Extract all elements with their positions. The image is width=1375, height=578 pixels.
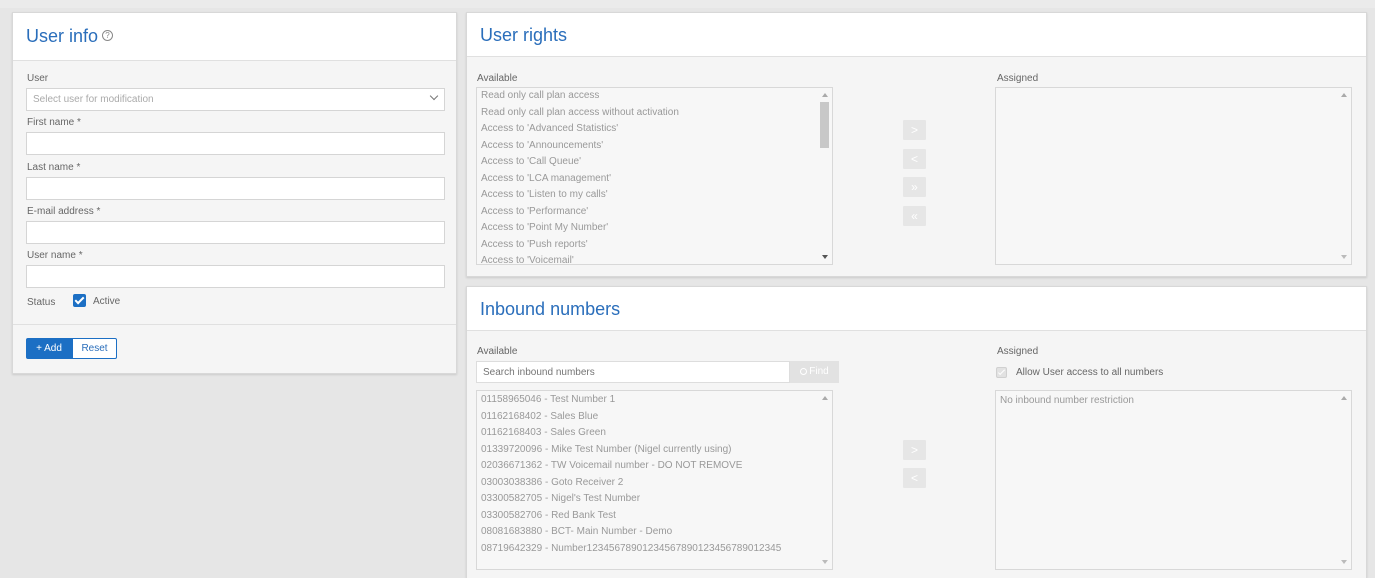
list-item[interactable]: 08081683880 - BCT- Main Number - Demo (477, 524, 832, 541)
allow-all-label: Allow User access to all numbers (1016, 367, 1164, 378)
scroll-thumb[interactable] (820, 102, 829, 148)
user-rights-header: User rights (467, 13, 1366, 57)
scroll-down-icon[interactable] (1341, 560, 1347, 564)
first-name-label-text: First name (27, 117, 75, 128)
allow-all-checkbox[interactable] (996, 367, 1007, 378)
list-item[interactable]: Access to 'Voicemail' (477, 253, 832, 264)
add-number-button[interactable]: > (903, 440, 926, 460)
inbound-header: Inbound numbers (467, 287, 1366, 331)
search-icon (800, 368, 808, 375)
username-field[interactable] (26, 265, 445, 288)
user-rights-title: User rights (480, 25, 568, 45)
user-info-panel: User info? User Select user for modifica… (12, 12, 457, 374)
user-select[interactable]: Select user for modification (26, 88, 445, 111)
inbound-assigned-list[interactable]: No inbound number restriction (995, 390, 1352, 570)
scroll-down-icon[interactable] (822, 255, 828, 259)
find-button[interactable]: Find (790, 361, 839, 383)
list-item[interactable]: Read only call plan access (477, 88, 832, 105)
list-item[interactable]: Access to 'Performance' (477, 204, 832, 221)
scrollbar[interactable] (1337, 88, 1351, 264)
scroll-down-icon[interactable] (1341, 255, 1347, 259)
list-item[interactable]: 02036671362 - TW Voicemail number - DO N… (477, 458, 832, 475)
list-item[interactable]: 01339720096 - Mike Test Number (Nigel cu… (477, 442, 832, 459)
list-item[interactable]: Read only call plan access without activ… (477, 105, 832, 122)
scroll-up-icon[interactable] (822, 396, 828, 400)
active-label: Active (93, 296, 121, 307)
scrollbar[interactable] (818, 88, 832, 264)
scroll-down-icon[interactable] (822, 560, 828, 564)
user-info-title-text: User info (26, 26, 99, 46)
divider (13, 324, 456, 325)
list-item[interactable]: Access to 'Announcements' (477, 138, 832, 155)
list-item[interactable]: Access to 'Point My Number' (477, 220, 832, 237)
no-restriction-text: No inbound number restriction (1000, 395, 1134, 406)
add-right-button[interactable]: > (903, 120, 926, 140)
last-name-label-text: Last name (27, 162, 74, 173)
top-strip (0, 0, 1375, 8)
required-mark: * (77, 117, 81, 128)
rights-items-container: Read only call plan access Read only call… (477, 88, 832, 264)
list-item[interactable]: 03300582706 - Red Bank Test (477, 508, 832, 525)
status-label: Status (27, 297, 56, 308)
list-item[interactable]: 03003038386 - Goto Receiver 2 (477, 475, 832, 492)
remove-all-rights-button[interactable]: « (903, 206, 926, 226)
inbound-title: Inbound numbers (480, 299, 621, 319)
last-name-label: Last name * (27, 162, 80, 173)
last-name-field[interactable] (26, 177, 445, 200)
rights-available-list[interactable]: Read only call plan access Read only call… (476, 87, 833, 265)
inbound-assigned-label: Assigned (997, 346, 1039, 357)
inbound-search-input[interactable] (476, 361, 790, 383)
rights-available-label: Available (477, 73, 518, 84)
email-label: E-mail address * (27, 206, 100, 217)
required-mark: * (76, 162, 81, 173)
list-item[interactable]: 08719642329 - Number12345678901234567890… (477, 541, 832, 558)
add-all-rights-button[interactable]: » (903, 177, 926, 197)
user-info-title: User info? (26, 26, 114, 47)
list-item[interactable]: Access to 'Advanced Statistics' (477, 121, 832, 138)
user-rights-panel: User rights Available Assigned Read only… (466, 12, 1367, 277)
chevron-down-icon (429, 91, 439, 101)
list-item[interactable]: Access to 'LCA management' (477, 171, 832, 188)
active-checkbox[interactable] (73, 294, 86, 307)
help-icon[interactable]: ? (102, 29, 114, 41)
email-label-text: E-mail address (27, 206, 94, 217)
user-label: User (27, 73, 49, 84)
inbound-available-label: Available (477, 346, 518, 357)
scrollbar[interactable] (818, 391, 832, 569)
username-label-text: User name (27, 250, 76, 261)
required-mark: * (96, 206, 101, 217)
list-item[interactable]: Access to 'Listen to my calls' (477, 187, 832, 204)
first-name-label: First name * (27, 117, 81, 128)
user-info-header: User info? (13, 13, 456, 61)
inbound-numbers-panel: Inbound numbers Available Assigned Find … (466, 286, 1367, 578)
inbound-available-list[interactable]: 01158965046 - Test Number 1 01162168402 -… (476, 390, 833, 570)
reset-button[interactable]: Reset (72, 338, 117, 359)
list-item[interactable]: 01162168402 - Sales Blue (477, 409, 832, 426)
scroll-up-icon[interactable] (1341, 396, 1347, 400)
user-select-placeholder: Select user for modification (33, 94, 154, 105)
list-item[interactable]: Access to 'Call Queue' (477, 154, 832, 171)
username-label: User name * (27, 250, 83, 261)
find-button-label: Find (809, 366, 829, 377)
list-item[interactable]: 03300582705 - Nigel's Test Number (477, 491, 832, 508)
scrollbar[interactable] (1337, 391, 1351, 569)
list-item[interactable]: 01158965046 - Test Number 1 (477, 392, 832, 409)
remove-number-button[interactable]: < (903, 468, 926, 488)
email-field[interactable] (26, 221, 445, 244)
add-button[interactable]: + Add (26, 338, 72, 359)
scroll-up-icon[interactable] (822, 93, 828, 97)
rights-assigned-list[interactable] (995, 87, 1352, 265)
first-name-field[interactable] (26, 132, 445, 155)
inbound-items-container: 01158965046 - Test Number 1 01162168402 -… (477, 391, 832, 557)
required-mark: * (78, 250, 83, 261)
rights-assigned-label: Assigned (997, 73, 1039, 84)
list-item[interactable]: Access to 'Push reports' (477, 237, 832, 254)
list-item[interactable]: 01162168403 - Sales Green (477, 425, 832, 442)
scroll-up-icon[interactable] (1341, 93, 1347, 97)
remove-right-button[interactable]: < (903, 149, 926, 169)
